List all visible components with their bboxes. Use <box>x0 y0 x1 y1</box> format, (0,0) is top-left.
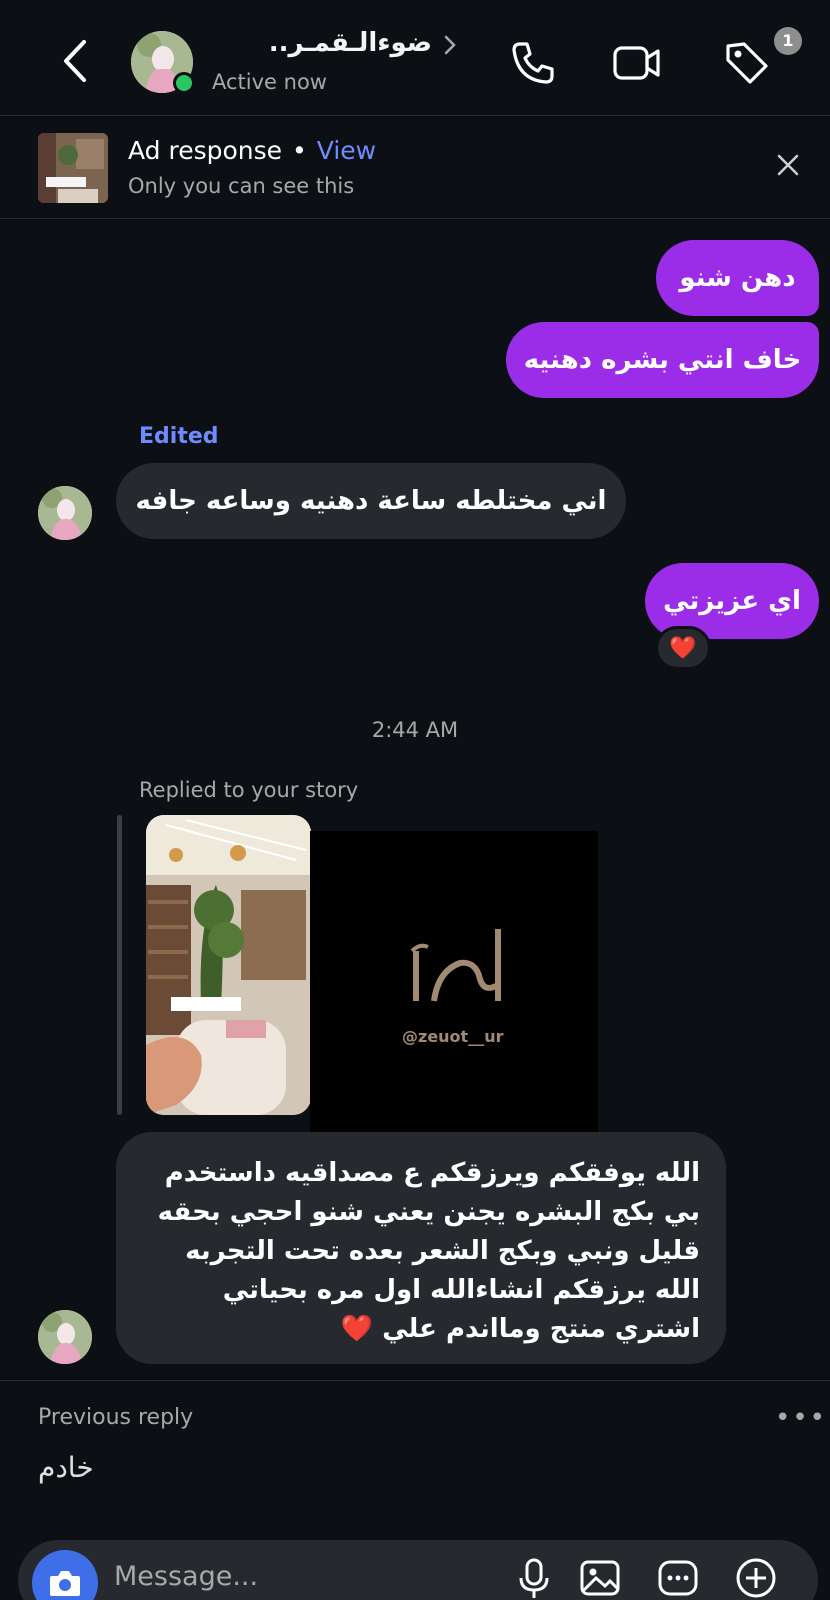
story-handle: @zeuot__ur <box>402 1027 504 1046</box>
story-preview-image[interactable] <box>146 815 311 1115</box>
video-call-icon[interactable] <box>612 38 662 88</box>
active-status: Active now <box>212 70 327 94</box>
tag-icon[interactable] <box>722 38 772 88</box>
contact-avatar-small[interactable] <box>38 1310 92 1364</box>
incoming-message[interactable]: الله يوفقكم ويرزقكم ع مصداقيه داستخدم بي… <box>116 1132 726 1364</box>
heart-reaction[interactable]: ❤️ <box>655 626 711 670</box>
previous-reply-panel: Previous reply ••• خادم <box>0 1380 830 1515</box>
reply-indicator-bar <box>117 815 122 1115</box>
replied-to-story-label: Replied to your story <box>139 778 359 802</box>
gallery-icon[interactable] <box>578 1556 622 1600</box>
notification-badge: 1 <box>774 27 802 55</box>
camera-icon <box>50 1571 80 1596</box>
close-icon[interactable] <box>776 153 800 177</box>
sticker-icon[interactable] <box>656 1556 700 1600</box>
ad-thumbnail[interactable] <box>38 133 108 203</box>
heart-icon: ❤️ <box>669 635 697 661</box>
outgoing-message[interactable]: دهن شنو <box>656 240 819 316</box>
microphone-icon[interactable] <box>512 1556 556 1600</box>
ad-response-label: Ad response <box>128 136 283 165</box>
camera-button[interactable] <box>32 1550 98 1600</box>
incoming-message[interactable]: اني مختلطه ساعة دهنيه وساعه جافه <box>116 463 626 539</box>
chat-header: ضوءالـقمـر.. Active now 1 <box>0 0 830 116</box>
message-input[interactable] <box>114 1554 474 1598</box>
brand-logo-icon <box>410 929 501 1002</box>
contact-avatar-small[interactable] <box>38 486 92 540</box>
add-icon[interactable] <box>734 1556 778 1600</box>
outgoing-message[interactable]: خاف انتي بشره دهنيه <box>506 322 819 398</box>
ad-response-banner: Ad response • View Only you can see this <box>0 117 830 219</box>
online-indicator <box>173 72 195 94</box>
more-options-icon[interactable]: ••• <box>775 1403 827 1433</box>
ad-privacy-note: Only you can see this <box>128 174 355 198</box>
edited-label: Edited <box>139 424 219 449</box>
view-ad-link[interactable]: View <box>317 136 376 165</box>
chevron-right-icon[interactable] <box>442 33 458 57</box>
contact-name[interactable]: ضوءالـقمـر.. <box>212 28 432 58</box>
phone-icon[interactable] <box>508 38 558 88</box>
back-arrow-icon[interactable] <box>56 36 96 86</box>
previous-reply-text[interactable]: خادم <box>38 1451 94 1484</box>
previous-reply-label: Previous reply <box>38 1405 194 1430</box>
ad-title-line: Ad response • View <box>128 136 376 165</box>
story-preview-dark[interactable]: @zeuot__ur <box>310 831 598 1151</box>
message-composer <box>18 1540 818 1600</box>
separator-dot: • <box>292 136 307 165</box>
timestamp: 2:44 AM <box>371 718 459 742</box>
